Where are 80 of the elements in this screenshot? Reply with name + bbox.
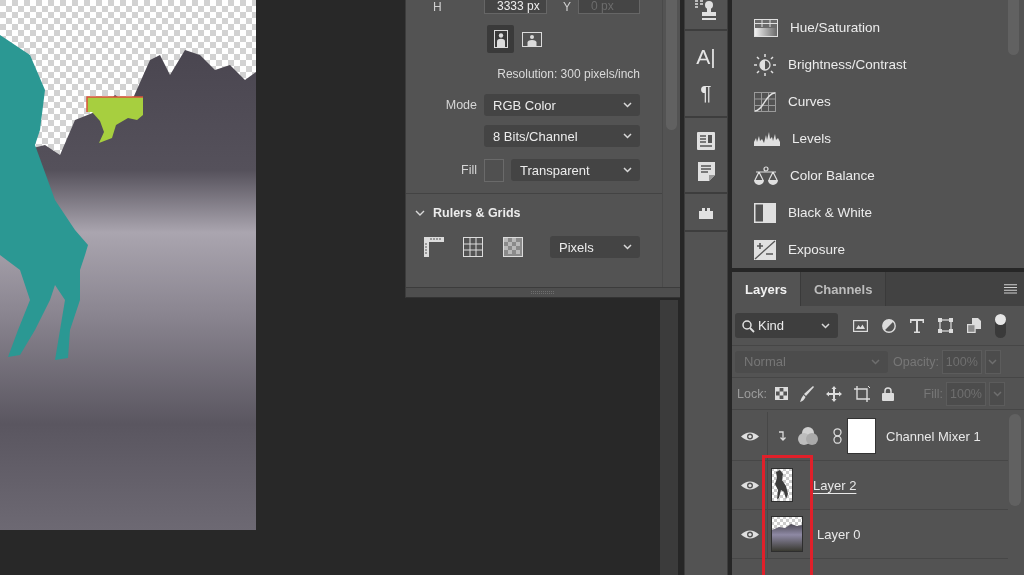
layer-mask-thumbnail[interactable]: [847, 418, 876, 454]
layer-row[interactable]: Layer 0: [732, 510, 1008, 559]
layer-thumbnail[interactable]: [771, 516, 803, 552]
glyph-button[interactable]: A|: [696, 45, 716, 69]
chevron-down-icon: [623, 102, 632, 108]
half-square-icon: [754, 202, 776, 223]
transform-box-icon[interactable]: [938, 318, 953, 333]
text-type-icon[interactable]: [910, 318, 924, 333]
mode-dropdown[interactable]: RGB Color: [484, 94, 640, 116]
smart-object-icon[interactable]: [967, 318, 981, 333]
eye-icon[interactable]: [740, 528, 759, 540]
plugin-icon[interactable]: [699, 208, 713, 219]
chevron-down-icon: [992, 390, 1002, 397]
glyph-button[interactable]: ¶: [700, 81, 712, 105]
fill-label: Fill: [460, 163, 478, 177]
article-icon[interactable]: [697, 132, 715, 150]
resolution-text: Resolution: 300 pixels/inch: [496, 66, 641, 82]
adjustment-item[interactable]: Hue/Saturation: [732, 9, 1004, 46]
layer-name[interactable]: Channel Mixer 1: [886, 428, 981, 444]
layers-scrollbar[interactable]: [1009, 414, 1021, 506]
hue-saturation-icon: [754, 18, 778, 37]
curves-icon: [754, 91, 776, 112]
image-icon[interactable]: [853, 319, 868, 332]
chevron-down-icon: [871, 358, 880, 365]
bit-depth-dropdown[interactable]: 8 Bits/Channel: [484, 125, 640, 147]
exposure-icon: [754, 239, 776, 260]
adjustment-item[interactable]: Color Balance: [732, 157, 1004, 194]
layer-thumbnail[interactable]: [771, 468, 793, 502]
adjustment-item[interactable]: Exposure: [732, 231, 1004, 268]
units-dropdown[interactable]: Pixels: [550, 236, 640, 258]
height-field[interactable]: 3333 px: [484, 0, 547, 14]
panel-tab[interactable]: Layers: [732, 272, 801, 306]
balance-scale-icon: [754, 165, 778, 186]
adjustment-item[interactable]: Levels: [732, 120, 1004, 157]
layer-row[interactable]: Layer 2: [732, 461, 1008, 510]
adjustment-item[interactable]: Brightness/Contrast: [732, 46, 1004, 83]
layer-row[interactable]: Channel Mixer 1: [732, 412, 1008, 461]
chevron-down-icon: [623, 244, 632, 250]
layer-name[interactable]: Layer 2: [813, 477, 857, 493]
adjustment-item[interactable]: Curves: [732, 83, 1004, 120]
fill-swatch-icon[interactable]: [484, 158, 504, 182]
height-label: H: [433, 0, 443, 14]
panel-tab[interactable]: Channels: [800, 272, 887, 306]
histogram-icon: [754, 131, 780, 146]
padlock-icon[interactable]: [881, 386, 894, 401]
chevron-down-icon: [415, 210, 425, 216]
checkerboard-icon[interactable]: [503, 237, 523, 257]
checkerboard-icon[interactable]: [774, 387, 788, 400]
grid-icon[interactable]: [463, 237, 483, 257]
menu-icon[interactable]: [1004, 284, 1017, 294]
chevron-down-icon: [988, 358, 998, 365]
landscape-icon: [521, 31, 542, 47]
fill-dropdown[interactable]: Transparent: [511, 159, 640, 181]
half-circle-icon[interactable]: [882, 318, 896, 333]
link-icon: [833, 428, 842, 444]
chevron-down-icon: [623, 133, 632, 139]
y-label: Y: [563, 0, 572, 14]
filter-kind-dropdown[interactable]: Kind: [735, 313, 838, 338]
stamp-icon[interactable]: [695, 0, 717, 20]
ruler-icon[interactable]: [424, 237, 444, 257]
search-icon: [742, 319, 754, 332]
crop-frame-icon[interactable]: [853, 385, 870, 402]
note-icon[interactable]: [697, 162, 715, 181]
move-icon[interactable]: [825, 385, 842, 402]
section-header[interactable]: Rulers & Grids: [406, 204, 521, 222]
three-circles-icon: [798, 427, 818, 445]
orientation-button[interactable]: [487, 25, 514, 53]
chevron-down-icon: [623, 167, 632, 173]
filter-toggle[interactable]: [995, 313, 1006, 338]
mode-label: Mode: [444, 98, 478, 112]
layer-name[interactable]: Layer 0: [817, 526, 861, 542]
adjustment-item[interactable]: Black & White: [732, 194, 1004, 231]
eye-icon[interactable]: [740, 479, 759, 491]
sun-icon: [754, 53, 776, 76]
portrait-icon: [493, 30, 508, 48]
grip-icon: [531, 291, 555, 294]
eye-icon[interactable]: [740, 430, 759, 442]
brush-icon[interactable]: [799, 385, 814, 402]
chevron-down-icon: [821, 322, 830, 329]
lock-label: Lock:: [737, 386, 767, 401]
